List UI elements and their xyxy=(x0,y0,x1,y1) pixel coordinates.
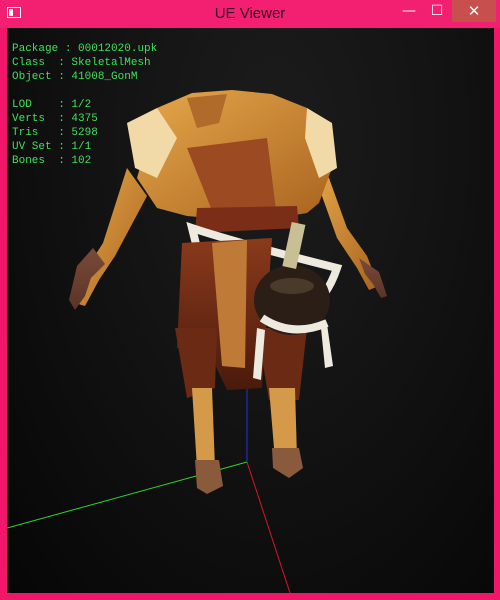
info-row-lod: LOD : 1/2 xyxy=(12,99,92,111)
hanging-rope-right xyxy=(321,324,333,368)
trousers-left xyxy=(175,328,217,398)
maximize-button[interactable]: ☐ xyxy=(422,0,452,22)
info-value: SkeletalMesh xyxy=(71,57,151,69)
leg-left xyxy=(192,388,215,468)
info-row-bones: Bones : 102 xyxy=(12,155,92,167)
boot-right xyxy=(272,448,303,478)
info-row-verts: Verts : 4375 xyxy=(12,113,98,125)
pouch-highlight xyxy=(270,278,314,294)
info-row-class: Class : SkeletalMesh xyxy=(12,57,151,69)
info-value: 4375 xyxy=(71,113,98,125)
minimize-button[interactable]: — xyxy=(396,0,422,22)
info-label: Verts xyxy=(12,113,59,125)
close-button[interactable]: ✕ xyxy=(452,0,496,22)
info-row-uvset: UV Set : 1/1 xyxy=(12,141,92,153)
info-value: 1/2 xyxy=(71,99,92,111)
axis-x-line xyxy=(246,461,291,593)
info-label: LOD xyxy=(12,99,59,111)
info-label: Package xyxy=(12,43,59,55)
info-row-tris: Tris : 5298 xyxy=(12,127,98,139)
info-label: Object xyxy=(12,71,59,83)
3d-viewport[interactable]: Package : 00012020.upk Class : SkeletalM… xyxy=(7,28,494,593)
belt xyxy=(195,206,299,233)
info-row-package: Package : 00012020.upk xyxy=(12,43,158,55)
info-label: UV Set xyxy=(12,141,59,153)
info-value: 5298 xyxy=(71,127,98,139)
info-label: Bones xyxy=(12,155,59,167)
mesh-info-overlay: Package : 00012020.upk Class : SkeletalM… xyxy=(12,42,157,168)
info-value: 102 xyxy=(71,155,92,167)
info-label: Tris xyxy=(12,127,59,139)
boot-left xyxy=(195,460,223,494)
app-window: UE Viewer — ☐ ✕ Package: 00012020.upk C… xyxy=(0,0,500,600)
info-value: 00012020.upk xyxy=(78,43,158,55)
info-row-object: Object : 41008_GonM xyxy=(12,71,138,83)
info-value: 41008_GonM xyxy=(71,71,138,83)
info-label: Class xyxy=(12,57,59,69)
info-value: 1/1 xyxy=(71,141,92,153)
title-bar[interactable]: UE Viewer — ☐ ✕ xyxy=(0,0,500,28)
